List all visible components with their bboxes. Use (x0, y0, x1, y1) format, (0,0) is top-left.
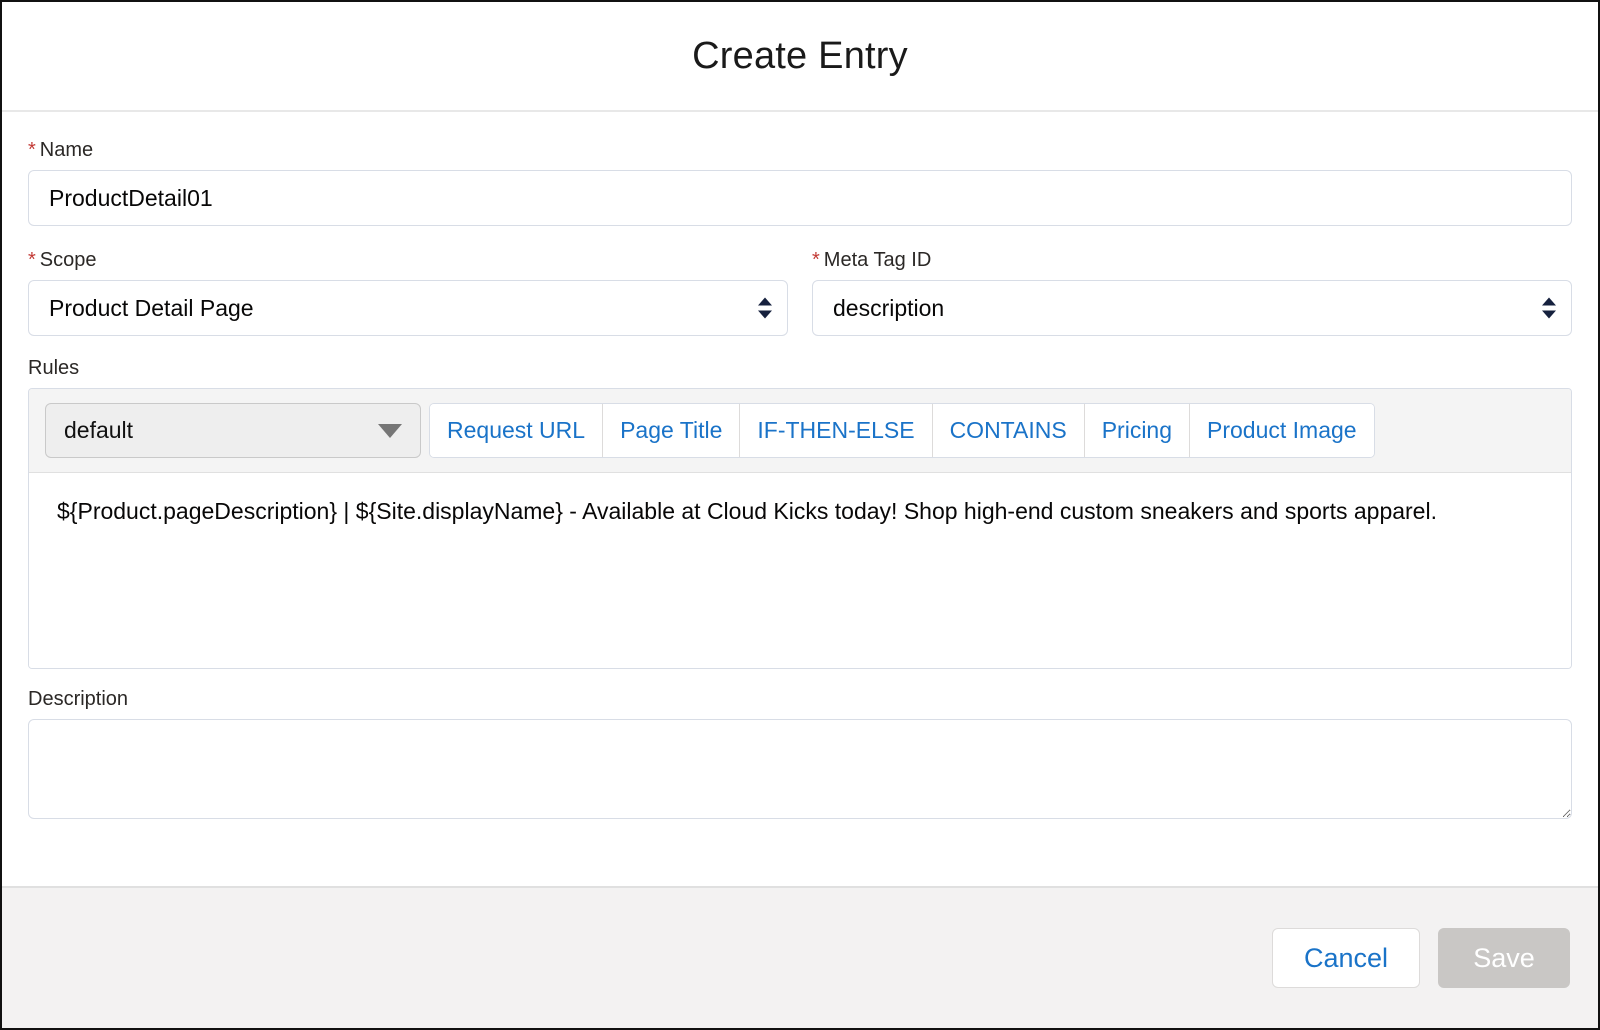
scope-select-wrapper: Product Detail Page (28, 280, 788, 336)
rules-toolbar: default Request URL Page Title IF-THEN-E… (29, 389, 1571, 473)
meta-tag-id-label-text: Meta Tag ID (823, 249, 932, 271)
scope-metatag-row: * Scope Product Detail Page * Meta Tag ID … (28, 248, 1572, 336)
scope-label: * Scope (28, 248, 788, 272)
description-field-group: Description (28, 687, 1572, 819)
name-input[interactable] (28, 170, 1572, 226)
rules-editor[interactable]: ${Product.pageDescription} | ${Site.disp… (29, 473, 1571, 668)
meta-tag-id-label: * Meta Tag ID (812, 248, 1572, 272)
meta-tag-id-select[interactable]: description (812, 280, 1572, 336)
modal-footer: Cancel Save (2, 886, 1598, 1028)
meta-tag-id-field-group: * Meta Tag ID description (812, 248, 1572, 336)
insert-pricing-button[interactable]: Pricing (1083, 404, 1190, 457)
required-asterisk: * (28, 139, 36, 161)
insert-if-then-else-button[interactable]: IF-THEN-ELSE (739, 404, 932, 457)
scope-field-group: * Scope Product Detail Page (28, 248, 788, 336)
name-field-group: * Name (28, 138, 1572, 226)
modal-header: Create Entry (2, 2, 1598, 112)
rules-token-button-group: Request URL Page Title IF-THEN-ELSE CONT… (429, 403, 1375, 458)
description-textarea[interactable] (28, 719, 1572, 819)
cancel-button[interactable]: Cancel (1272, 928, 1420, 988)
insert-page-title-button[interactable]: Page Title (602, 404, 740, 457)
rules-field-group: Rules default Request URL Page Title IF-… (28, 356, 1572, 669)
required-asterisk: * (812, 249, 820, 271)
save-button[interactable]: Save (1438, 928, 1570, 988)
scope-select[interactable]: Product Detail Page (28, 280, 788, 336)
rules-label: Rules (28, 357, 80, 379)
page-title: Create Entry (692, 34, 908, 77)
name-label: * Name (28, 138, 1572, 162)
rule-select-value: default (64, 417, 134, 443)
create-entry-modal: Create Entry *Name *Scope Product Detail… (0, 0, 1600, 1030)
modal-body: *Name *Scope Product Detail Page *Meta T… (2, 112, 1598, 886)
required-asterisk: * (28, 249, 36, 271)
chevron-down-icon (378, 423, 402, 438)
scope-label-text: Scope (39, 249, 97, 271)
insert-product-image-button[interactable]: Product Image (1189, 404, 1374, 457)
description-label: Description (28, 688, 129, 710)
name-label-text: Name (39, 139, 94, 161)
meta-tag-id-select-wrapper: description (812, 280, 1572, 336)
rule-select-dropdown[interactable]: default (45, 403, 421, 458)
insert-contains-button[interactable]: CONTAINS (931, 404, 1084, 457)
insert-request-url-button[interactable]: Request URL (430, 404, 603, 457)
rules-panel: default Request URL Page Title IF-THEN-E… (28, 388, 1572, 669)
